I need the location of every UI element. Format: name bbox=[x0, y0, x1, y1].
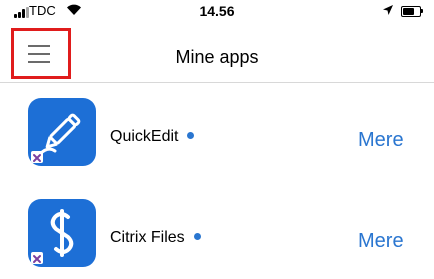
app-name: QuickEdit bbox=[110, 128, 195, 146]
pen-app-icon[interactable] bbox=[28, 98, 96, 166]
app-name: Citrix Files bbox=[110, 229, 201, 247]
location-arrow-icon bbox=[383, 5, 393, 15]
status-dot bbox=[193, 233, 201, 241]
list-item-citrix-files[interactable]: Citrix Files Mere bbox=[0, 199, 434, 269]
citrix-badge-icon bbox=[31, 151, 43, 163]
citrix-badge-icon bbox=[31, 252, 43, 264]
battery-tip bbox=[421, 9, 423, 13]
more-button[interactable]: Mere bbox=[358, 129, 404, 152]
status-time: 14.56 bbox=[199, 3, 235, 19]
list-item-quickedit[interactable]: QuickEdit Mere bbox=[0, 98, 434, 168]
battery-icon bbox=[401, 6, 421, 17]
status-bar: TDC 14.56 bbox=[0, 0, 434, 22]
page-title: Mine apps bbox=[175, 47, 259, 67]
citrix-files-app-icon[interactable] bbox=[28, 199, 96, 267]
nav-bar: Mine apps bbox=[0, 22, 434, 83]
more-button[interactable]: Mere bbox=[358, 230, 404, 253]
status-dot bbox=[187, 132, 195, 140]
